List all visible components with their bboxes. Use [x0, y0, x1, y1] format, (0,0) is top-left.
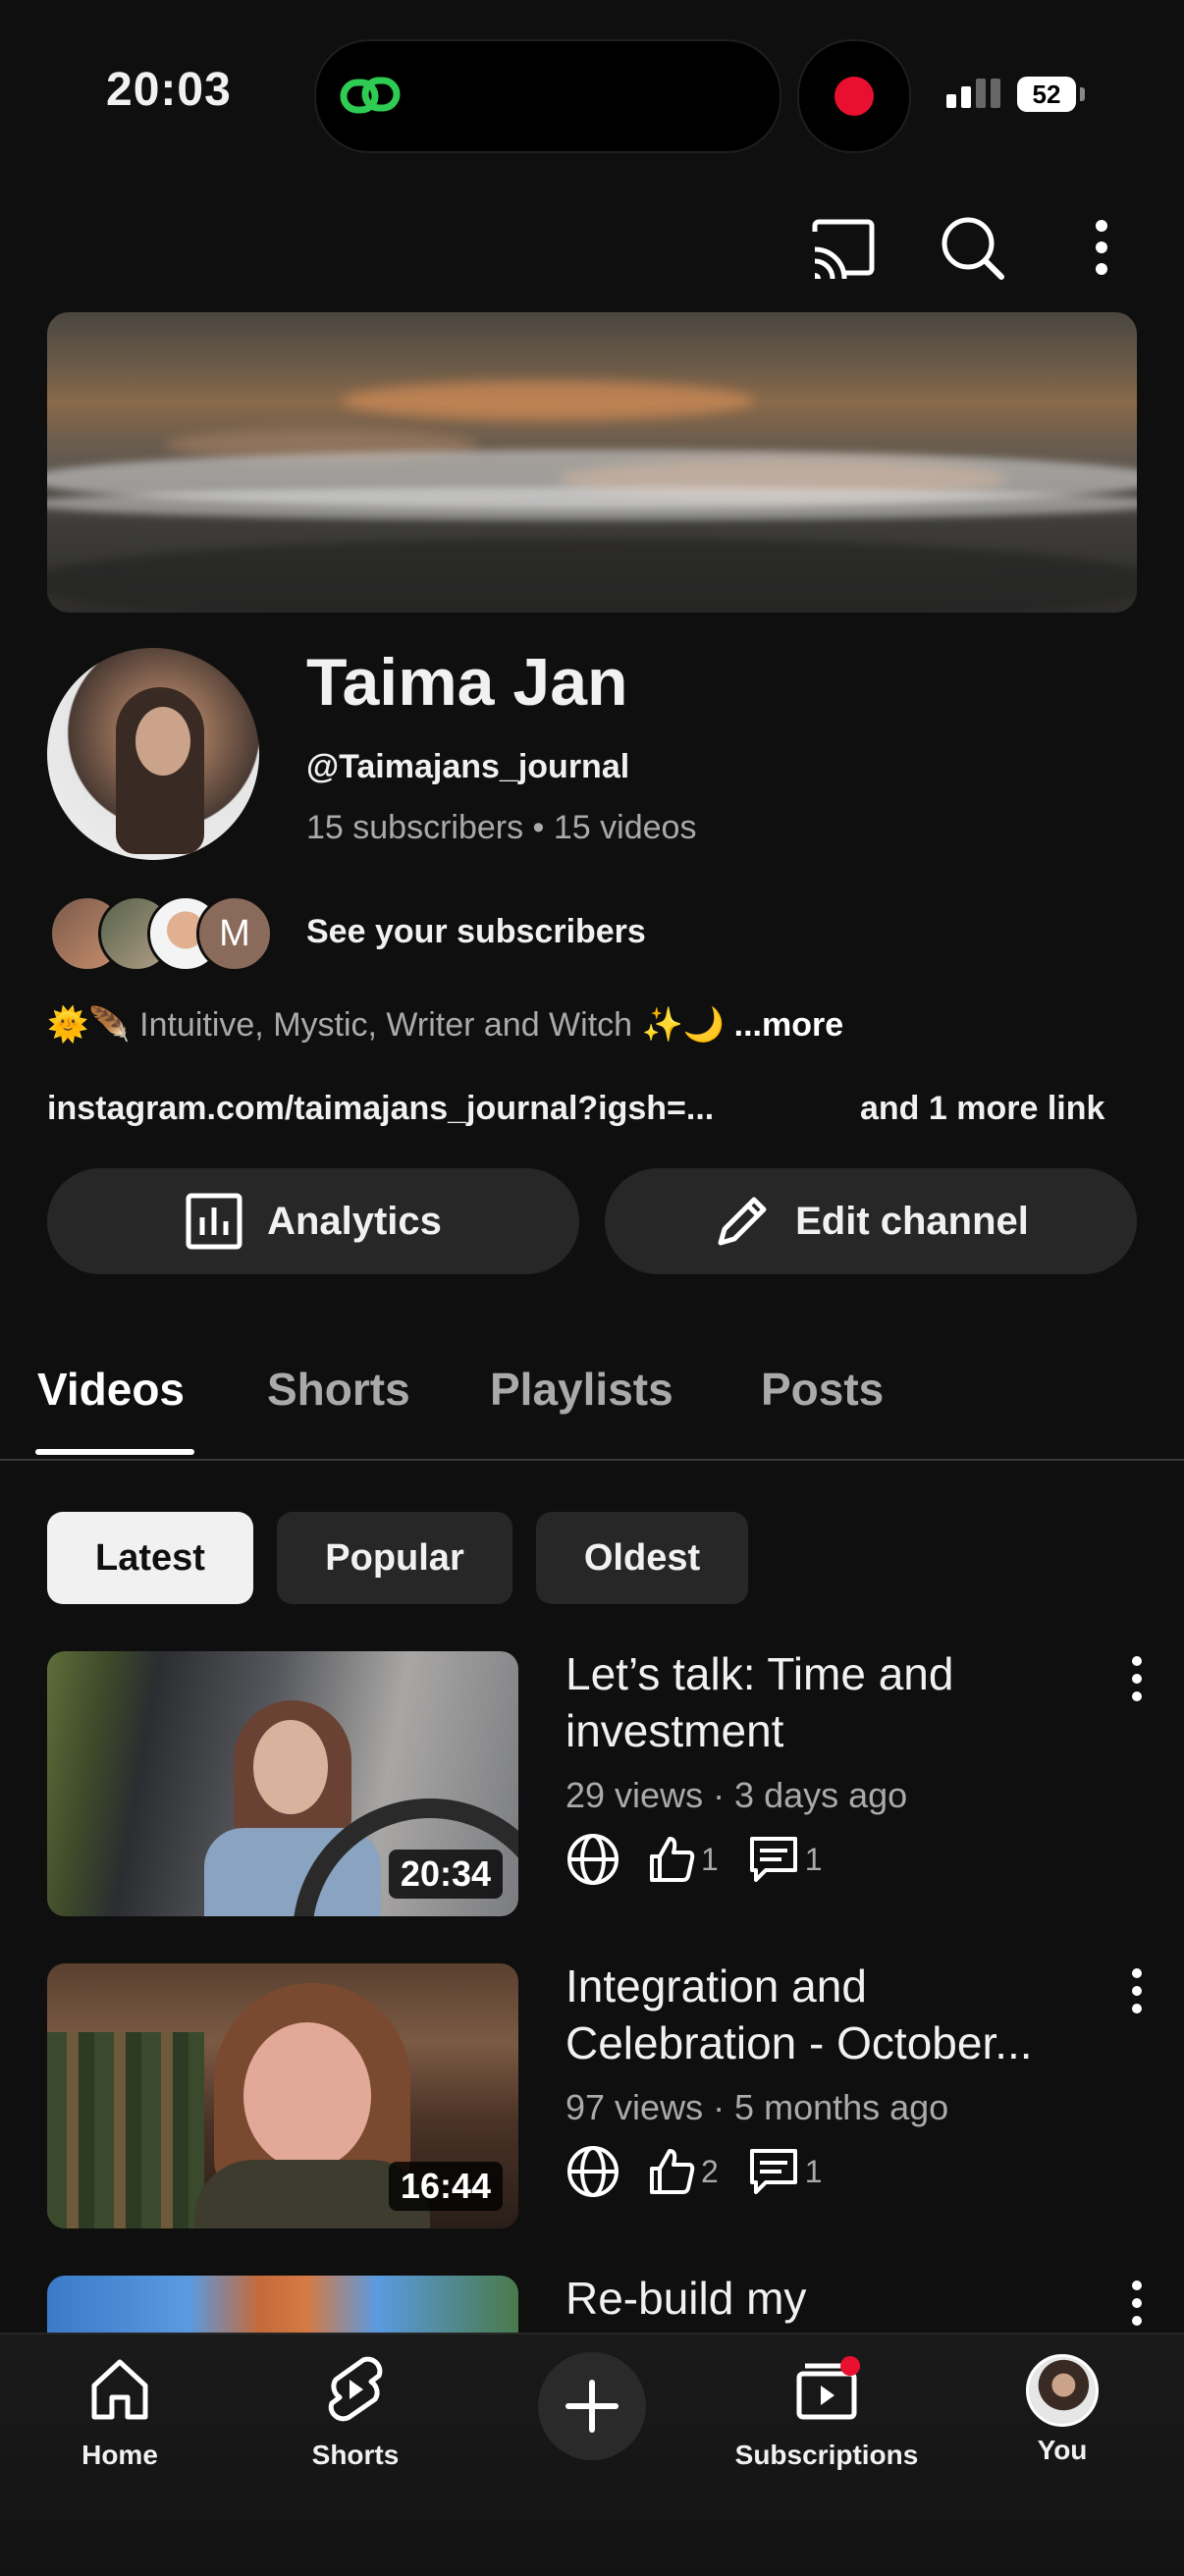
tab-playlists[interactable]: Playlists — [490, 1363, 673, 1416]
channel-handle: @Taimajans_journal — [306, 748, 630, 785]
nav-home-label: Home — [81, 2440, 158, 2470]
video-title[interactable]: Let’s talk: Time and investment — [565, 1645, 1096, 1759]
subscriptions-icon — [796, 2356, 860, 2420]
link-icon — [340, 77, 401, 114]
home-icon — [91, 2359, 148, 2420]
channel-description[interactable]: 🌞🪶 Intuitive, Mystic, Writer and Witch ✨… — [47, 1005, 843, 1045]
analytics-button[interactable]: Analytics — [47, 1168, 579, 1274]
bio-text: Intuitive, Mystic, Writer and Witch ✨🌙 — [139, 1006, 726, 1044]
edit-channel-button[interactable]: Edit channel — [605, 1168, 1137, 1274]
analytics-icon — [186, 1193, 242, 1250]
dynamic-island — [314, 39, 781, 153]
edit-channel-label: Edit channel — [795, 1199, 1029, 1243]
status-time: 20:03 — [106, 64, 232, 116]
chip-oldest[interactable]: Oldest — [536, 1512, 748, 1604]
channel-link[interactable]: instagram.com/taimajans_journal?igsh=... — [47, 1090, 714, 1128]
channel-banner — [47, 312, 1137, 613]
tab-underline — [35, 1449, 194, 1455]
tab-shorts[interactable]: Shorts — [267, 1363, 410, 1416]
like-icon — [650, 2149, 695, 2194]
nav-you-label: You — [1037, 2435, 1088, 2465]
pencil-icon — [718, 1197, 767, 1246]
like-count: 1 — [701, 1841, 719, 1877]
recording-indicator — [797, 39, 911, 153]
nav-subscriptions[interactable]: Subscriptions — [727, 2354, 927, 2471]
subscriber-avatars[interactable]: M — [49, 895, 285, 972]
signal-icon — [946, 79, 1005, 108]
you-avatar — [1026, 2354, 1099, 2427]
tab-posts[interactable]: Posts — [761, 1363, 884, 1416]
more-link[interactable]: ...more — [734, 1006, 843, 1044]
channel-stats: 15 subscribers • 15 videos — [306, 809, 697, 846]
comment-count: 1 — [804, 1841, 823, 1877]
see-subscribers-link[interactable]: See your subscribers — [306, 913, 646, 951]
search-icon[interactable] — [937, 212, 1007, 283]
nav-home[interactable]: Home — [22, 2354, 218, 2471]
channel-name: Taima Jan — [306, 645, 628, 720]
video-thumbnail[interactable]: 16:44 — [47, 1963, 518, 2228]
like-count: 2 — [701, 2153, 719, 2189]
chip-popular[interactable]: Popular — [277, 1512, 512, 1604]
nav-shorts-label: Shorts — [311, 2440, 400, 2470]
video-duration: 20:34 — [388, 1850, 503, 1899]
video-title[interactable]: Re-build my — [565, 2270, 1096, 2333]
comment-icon — [749, 2149, 797, 2194]
video-stats: 2 1 — [565, 2144, 823, 2199]
tab-videos[interactable]: Videos — [37, 1363, 185, 1416]
channel-avatar[interactable] — [47, 648, 259, 860]
subscriber-avatar: M — [196, 895, 273, 972]
like-icon — [650, 1837, 695, 1882]
nav-subscriptions-label: Subscriptions — [734, 2440, 919, 2470]
nav-shorts[interactable]: Shorts — [257, 2354, 454, 2471]
create-button[interactable] — [538, 2352, 646, 2460]
chip-latest[interactable]: Latest — [47, 1512, 253, 1604]
video-meta: 97 views · 5 months ago — [565, 2087, 949, 2127]
comment-icon — [749, 1837, 797, 1882]
comment-count: 1 — [804, 2153, 823, 2189]
video-thumbnail[interactable]: 20:34 — [47, 1651, 518, 1916]
video-more-icon[interactable] — [1119, 1963, 1155, 2018]
bottom-nav: Home Shorts Subscriptions You — [0, 2333, 1184, 2576]
cast-icon[interactable] — [807, 212, 878, 283]
battery-icon: 52 — [1017, 77, 1076, 112]
nav-you[interactable]: You — [964, 2354, 1160, 2466]
video-stats: 1 1 — [565, 1832, 823, 1887]
analytics-label: Analytics — [267, 1199, 442, 1243]
video-thumbnail[interactable] — [47, 2276, 518, 2333]
video-duration: 16:44 — [388, 2162, 503, 2211]
globe-icon — [567, 2146, 619, 2197]
globe-icon — [567, 1834, 619, 1885]
more-vert-icon[interactable] — [1068, 212, 1131, 283]
video-title[interactable]: Integration and Celebration - October... — [565, 1958, 1096, 2071]
more-links[interactable]: and 1 more link — [860, 1090, 1104, 1128]
video-more-icon[interactable] — [1119, 2276, 1155, 2333]
plus-icon — [565, 2380, 619, 2433]
video-more-icon[interactable] — [1119, 1651, 1155, 1706]
shorts-icon — [328, 2356, 383, 2422]
video-meta: 29 views · 3 days ago — [565, 1775, 908, 1815]
battery-tip — [1080, 87, 1085, 101]
bio-emoji: 🌞🪶 — [47, 1006, 131, 1044]
tabs-divider — [0, 1459, 1184, 1461]
